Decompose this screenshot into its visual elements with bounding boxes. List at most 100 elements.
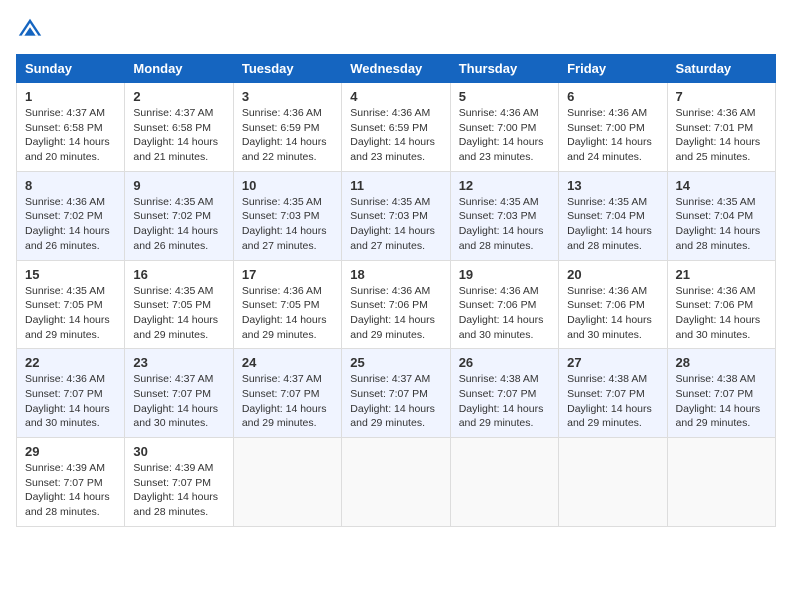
calendar-cell: 10 Sunrise: 4:35 AMSunset: 7:03 PMDayligh… [233, 171, 341, 260]
day-info: Sunrise: 4:35 AMSunset: 7:05 PMDaylight:… [25, 285, 110, 341]
day-number: 8 [25, 178, 116, 193]
calendar-week-3: 15 Sunrise: 4:35 AMSunset: 7:05 PMDayligh… [17, 260, 776, 349]
calendar-cell: 24Sunrise: 4:37 AMSunset: 7:07 PMDayligh… [233, 349, 341, 438]
day-number: 30 [133, 444, 224, 459]
day-header-thursday: Thursday [450, 55, 558, 83]
calendar-cell: 20 Sunrise: 4:36 AMSunset: 7:06 PMDayligh… [559, 260, 667, 349]
day-number: 13 [567, 178, 658, 193]
calendar-cell: 11Sunrise: 4:35 AMSunset: 7:03 PMDayligh… [342, 171, 450, 260]
calendar-cell: 27 Sunrise: 4:38 AMSunset: 7:07 PMDayligh… [559, 349, 667, 438]
logo-icon [16, 16, 44, 44]
day-header-monday: Monday [125, 55, 233, 83]
day-info: Sunrise: 4:37 AMSunset: 7:07 PMDaylight:… [133, 373, 218, 429]
day-number: 15 [25, 267, 116, 282]
calendar-cell: 23 Sunrise: 4:37 AMSunset: 7:07 PMDayligh… [125, 349, 233, 438]
day-info: Sunrise: 4:38 AMSunset: 7:07 PMDaylight:… [676, 373, 761, 429]
day-number: 25 [350, 355, 441, 370]
day-number: 18 [350, 267, 441, 282]
day-info: Sunrise: 4:38 AMSunset: 7:07 PMDaylight:… [567, 373, 652, 429]
day-number: 20 [567, 267, 658, 282]
calendar-week-5: 29 Sunrise: 4:39 AMSunset: 7:07 PMDayligh… [17, 438, 776, 527]
calendar-cell [559, 438, 667, 527]
day-number: 19 [459, 267, 550, 282]
day-number: 24 [242, 355, 333, 370]
day-info: Sunrise: 4:36 AMSunset: 6:59 PMDaylight:… [350, 107, 435, 163]
calendar-table: SundayMondayTuesdayWednesdayThursdayFrid… [16, 54, 776, 527]
day-info: Sunrise: 4:36 AMSunset: 7:06 PMDaylight:… [459, 285, 544, 341]
calendar-cell: 12 Sunrise: 4:35 AMSunset: 7:03 PMDayligh… [450, 171, 558, 260]
calendar-week-1: 1 Sunrise: 4:37 AMSunset: 6:58 PMDaylight… [17, 83, 776, 172]
calendar-cell: 30 Sunrise: 4:39 AMSunset: 7:07 PMDayligh… [125, 438, 233, 527]
calendar-cell: 22 Sunrise: 4:36 AMSunset: 7:07 PMDayligh… [17, 349, 125, 438]
day-number: 29 [25, 444, 116, 459]
day-header-saturday: Saturday [667, 55, 775, 83]
calendar-cell [233, 438, 341, 527]
calendar-cell: 1 Sunrise: 4:37 AMSunset: 6:58 PMDaylight… [17, 83, 125, 172]
day-number: 21 [676, 267, 767, 282]
calendar-cell: 3Sunrise: 4:36 AMSunset: 6:59 PMDaylight… [233, 83, 341, 172]
day-number: 23 [133, 355, 224, 370]
day-info: Sunrise: 4:36 AMSunset: 7:05 PMDaylight:… [242, 285, 327, 341]
day-info: Sunrise: 4:39 AMSunset: 7:07 PMDaylight:… [133, 462, 218, 518]
calendar-cell: 16 Sunrise: 4:35 AMSunset: 7:05 PMDayligh… [125, 260, 233, 349]
day-header-tuesday: Tuesday [233, 55, 341, 83]
day-info: Sunrise: 4:35 AMSunset: 7:03 PMDaylight:… [459, 196, 544, 252]
calendar-cell: 14Sunrise: 4:35 AMSunset: 7:04 PMDayligh… [667, 171, 775, 260]
calendar-cell [450, 438, 558, 527]
logo [16, 16, 48, 44]
day-info: Sunrise: 4:36 AMSunset: 7:00 PMDaylight:… [567, 107, 652, 163]
calendar-cell: 5 Sunrise: 4:36 AMSunset: 7:00 PMDaylight… [450, 83, 558, 172]
day-info: Sunrise: 4:36 AMSunset: 7:07 PMDaylight:… [25, 373, 110, 429]
header [16, 16, 776, 44]
day-number: 1 [25, 89, 116, 104]
calendar-week-4: 22 Sunrise: 4:36 AMSunset: 7:07 PMDayligh… [17, 349, 776, 438]
day-info: Sunrise: 4:35 AMSunset: 7:05 PMDaylight:… [133, 285, 218, 341]
calendar-cell: 21 Sunrise: 4:36 AMSunset: 7:06 PMDayligh… [667, 260, 775, 349]
day-info: Sunrise: 4:39 AMSunset: 7:07 PMDaylight:… [25, 462, 110, 518]
calendar-cell: 8 Sunrise: 4:36 AMSunset: 7:02 PMDaylight… [17, 171, 125, 260]
day-number: 7 [676, 89, 767, 104]
calendar-cell: 6Sunrise: 4:36 AMSunset: 7:00 PMDaylight… [559, 83, 667, 172]
day-number: 5 [459, 89, 550, 104]
day-number: 16 [133, 267, 224, 282]
day-header-friday: Friday [559, 55, 667, 83]
day-number: 2 [133, 89, 224, 104]
day-info: Sunrise: 4:36 AMSunset: 7:06 PMDaylight:… [567, 285, 652, 341]
calendar-cell: 25Sunrise: 4:37 AMSunset: 7:07 PMDayligh… [342, 349, 450, 438]
day-info: Sunrise: 4:36 AMSunset: 7:02 PMDaylight:… [25, 196, 110, 252]
day-info: Sunrise: 4:38 AMSunset: 7:07 PMDaylight:… [459, 373, 544, 429]
calendar-cell: 7Sunrise: 4:36 AMSunset: 7:01 PMDaylight… [667, 83, 775, 172]
calendar-cell [667, 438, 775, 527]
calendar-cell: 2 Sunrise: 4:37 AMSunset: 6:58 PMDaylight… [125, 83, 233, 172]
day-info: Sunrise: 4:35 AMSunset: 7:02 PMDaylight:… [133, 196, 218, 252]
day-info: Sunrise: 4:37 AMSunset: 6:58 PMDaylight:… [133, 107, 218, 163]
day-header-wednesday: Wednesday [342, 55, 450, 83]
calendar-cell: 28 Sunrise: 4:38 AMSunset: 7:07 PMDayligh… [667, 349, 775, 438]
day-number: 17 [242, 267, 333, 282]
calendar-cell: 17 Sunrise: 4:36 AMSunset: 7:05 PMDayligh… [233, 260, 341, 349]
calendar-cell: 19 Sunrise: 4:36 AMSunset: 7:06 PMDayligh… [450, 260, 558, 349]
calendar-cell: 26 Sunrise: 4:38 AMSunset: 7:07 PMDayligh… [450, 349, 558, 438]
day-number: 26 [459, 355, 550, 370]
day-number: 4 [350, 89, 441, 104]
calendar-cell: 29 Sunrise: 4:39 AMSunset: 7:07 PMDayligh… [17, 438, 125, 527]
day-info: Sunrise: 4:37 AMSunset: 6:58 PMDaylight:… [25, 107, 110, 163]
day-info: Sunrise: 4:36 AMSunset: 7:06 PMDaylight:… [676, 285, 761, 341]
calendar-cell: 9 Sunrise: 4:35 AMSunset: 7:02 PMDaylight… [125, 171, 233, 260]
day-info: Sunrise: 4:35 AMSunset: 7:03 PMDaylight:… [242, 196, 327, 252]
day-number: 22 [25, 355, 116, 370]
calendar-cell: 13 Sunrise: 4:35 AMSunset: 7:04 PMDayligh… [559, 171, 667, 260]
day-number: 27 [567, 355, 658, 370]
calendar-cell: 18 Sunrise: 4:36 AMSunset: 7:06 PMDayligh… [342, 260, 450, 349]
day-info: Sunrise: 4:36 AMSunset: 7:00 PMDaylight:… [459, 107, 544, 163]
calendar-cell [342, 438, 450, 527]
day-number: 10 [242, 178, 333, 193]
day-number: 12 [459, 178, 550, 193]
day-number: 28 [676, 355, 767, 370]
day-info: Sunrise: 4:36 AMSunset: 7:06 PMDaylight:… [350, 285, 435, 341]
day-number: 9 [133, 178, 224, 193]
day-info: Sunrise: 4:35 AMSunset: 7:03 PMDaylight:… [350, 196, 435, 252]
day-info: Sunrise: 4:35 AMSunset: 7:04 PMDaylight:… [676, 196, 761, 252]
day-info: Sunrise: 4:35 AMSunset: 7:04 PMDaylight:… [567, 196, 652, 252]
calendar-week-2: 8 Sunrise: 4:36 AMSunset: 7:02 PMDaylight… [17, 171, 776, 260]
